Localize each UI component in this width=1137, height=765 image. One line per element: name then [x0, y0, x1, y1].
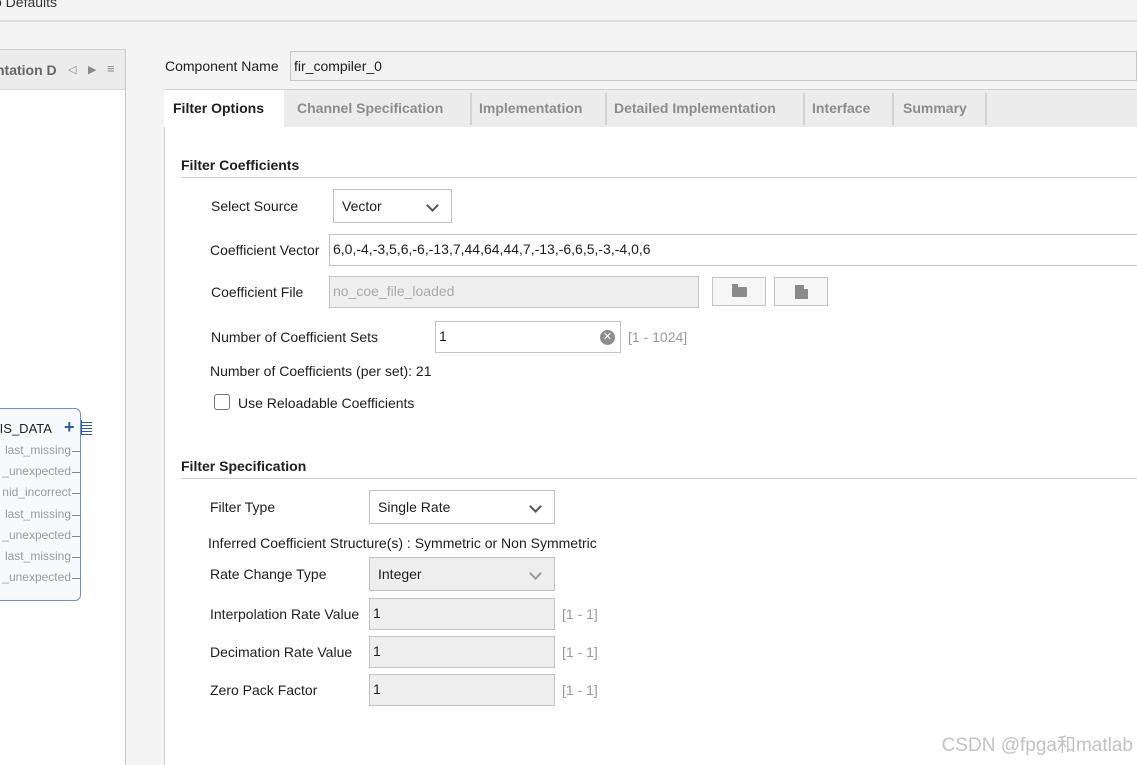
tab-divider [985, 93, 987, 125]
symbol-port: _unexpected [2, 528, 71, 542]
edit-coefficient-file-button[interactable] [774, 277, 828, 306]
tab-divider [605, 93, 607, 125]
rate-change-type-dropdown[interactable]: Integer [369, 557, 555, 591]
documentation-panel-title: ntation D [0, 62, 57, 78]
section-divider [181, 478, 1137, 479]
tab-interface[interactable]: Interface [812, 90, 870, 127]
component-name-field[interactable]: fir_compiler_0 [290, 51, 1137, 81]
filter-coefficients-title: Filter Coefficients [181, 157, 300, 173]
symbol-port: last_missing [4, 443, 71, 457]
chevron-down-icon [529, 567, 542, 580]
chevron-down-icon [426, 199, 439, 212]
title-strip: o Defaults [0, 0, 1137, 22]
coefficient-vector-label: Coefficient Vector [210, 242, 320, 258]
ip-symbol: KIS_DATA + last_missing _unexpected nid_… [0, 408, 92, 601]
symbol-port: _unexpected [2, 464, 71, 478]
decimation-rate-range: [1 - 1] [562, 644, 598, 660]
coefficient-vector-field[interactable]: 6,0,-4,-3,5,6,-6,-13,7,44,64,44,7,-13,-6… [329, 234, 1137, 266]
documentation-panel: ntation D ◁ ▶ ≡ KIS_DATA + last_missing … [0, 49, 126, 765]
zero-pack-factor-field[interactable]: 1 [369, 674, 555, 706]
filter-options-panel: Filter Coefficients Select Source Vector… [164, 127, 1137, 765]
port-pin [72, 536, 81, 537]
coefficient-sets-input[interactable]: 1 ✕ [435, 321, 621, 353]
symbol-port: last_missing [4, 507, 71, 521]
rate-change-type-value: Integer [378, 566, 422, 582]
tab-summary[interactable]: Summary [903, 90, 967, 127]
coefficient-sets-range: [1 - 1024] [628, 329, 688, 345]
filter-type-label: Filter Type [210, 499, 276, 515]
symbol-port: last_missing [4, 549, 71, 563]
tab-divider [470, 93, 472, 125]
nav-prev-icon[interactable]: ◁ [68, 63, 76, 76]
symbol-bus-label: KIS_DATA [0, 421, 52, 436]
coefficient-file-field[interactable]: no_coe_file_loaded [329, 276, 699, 308]
tab-divider [892, 93, 894, 125]
bus-interface-icon [81, 420, 92, 435]
decimation-rate-label: Decimation Rate Value [210, 644, 353, 660]
clear-icon[interactable]: ✕ [600, 330, 615, 345]
select-source-value: Vector [342, 198, 382, 214]
interpolation-rate-field[interactable]: 1 [369, 598, 555, 630]
port-pin [72, 515, 81, 516]
folder-icon [732, 284, 747, 297]
nav-next-icon[interactable]: ▶ [88, 63, 96, 76]
window-title: o Defaults [0, 0, 58, 10]
tab-bar: Filter Options Channel Specification Imp… [164, 89, 1137, 127]
decimation-rate-field[interactable]: 1 [369, 636, 555, 668]
tab-divider [803, 93, 805, 125]
watermark: CSDN @fpga和matlab [941, 735, 1133, 756]
coefficient-file-label: Coefficient File [211, 284, 304, 300]
tab-channel-specification[interactable]: Channel Specification [297, 90, 443, 127]
menu-icon[interactable]: ≡ [107, 61, 115, 76]
coefficient-sets-label: Number of Coefficient Sets [211, 329, 379, 345]
section-divider [181, 177, 1137, 178]
expand-bus-icon[interactable]: + [64, 417, 75, 438]
panel-splitter[interactable] [126, 49, 163, 765]
coefficients-count-text: Number of Coefficients (per set): 21 [210, 363, 432, 379]
coefficient-sets-value: 1 [439, 328, 447, 344]
reloadable-coefficients-checkbox[interactable] [214, 394, 230, 410]
documentation-panel-header: ntation D ◁ ▶ ≡ [0, 50, 125, 90]
port-pin [72, 451, 81, 452]
tab-detailed-implementation[interactable]: Detailed Implementation [614, 90, 776, 127]
port-pin [72, 472, 81, 473]
select-source-dropdown[interactable]: Vector [333, 189, 452, 223]
zero-pack-factor-range: [1 - 1] [562, 682, 598, 698]
tab-implementation[interactable]: Implementation [479, 90, 582, 127]
port-pin [72, 493, 81, 494]
port-pin [72, 578, 81, 579]
select-source-label: Select Source [211, 198, 299, 214]
reloadable-coefficients-label: Use Reloadable Coefficients [238, 395, 415, 411]
symbol-port: _unexpected [2, 570, 71, 584]
filter-specification-title: Filter Specification [181, 458, 307, 474]
interpolation-rate-label: Interpolation Rate Value [210, 606, 360, 622]
symbol-port: nid_incorrect [2, 485, 71, 499]
interpolation-rate-range: [1 - 1] [562, 606, 598, 622]
component-name-label: Component Name [165, 58, 279, 74]
filter-type-value: Single Rate [378, 499, 451, 515]
zero-pack-factor-label: Zero Pack Factor [210, 682, 318, 698]
filter-type-dropdown[interactable]: Single Rate [369, 490, 555, 524]
save-icon [795, 284, 809, 299]
inferred-structure-text: Inferred Coefficient Structure(s) : Symm… [208, 535, 597, 551]
chevron-down-icon [529, 500, 542, 513]
rate-change-type-label: Rate Change Type [210, 566, 327, 582]
port-pin [72, 557, 81, 558]
tab-filter-options[interactable]: Filter Options [164, 90, 284, 127]
browse-coefficient-file-button[interactable] [712, 277, 766, 306]
